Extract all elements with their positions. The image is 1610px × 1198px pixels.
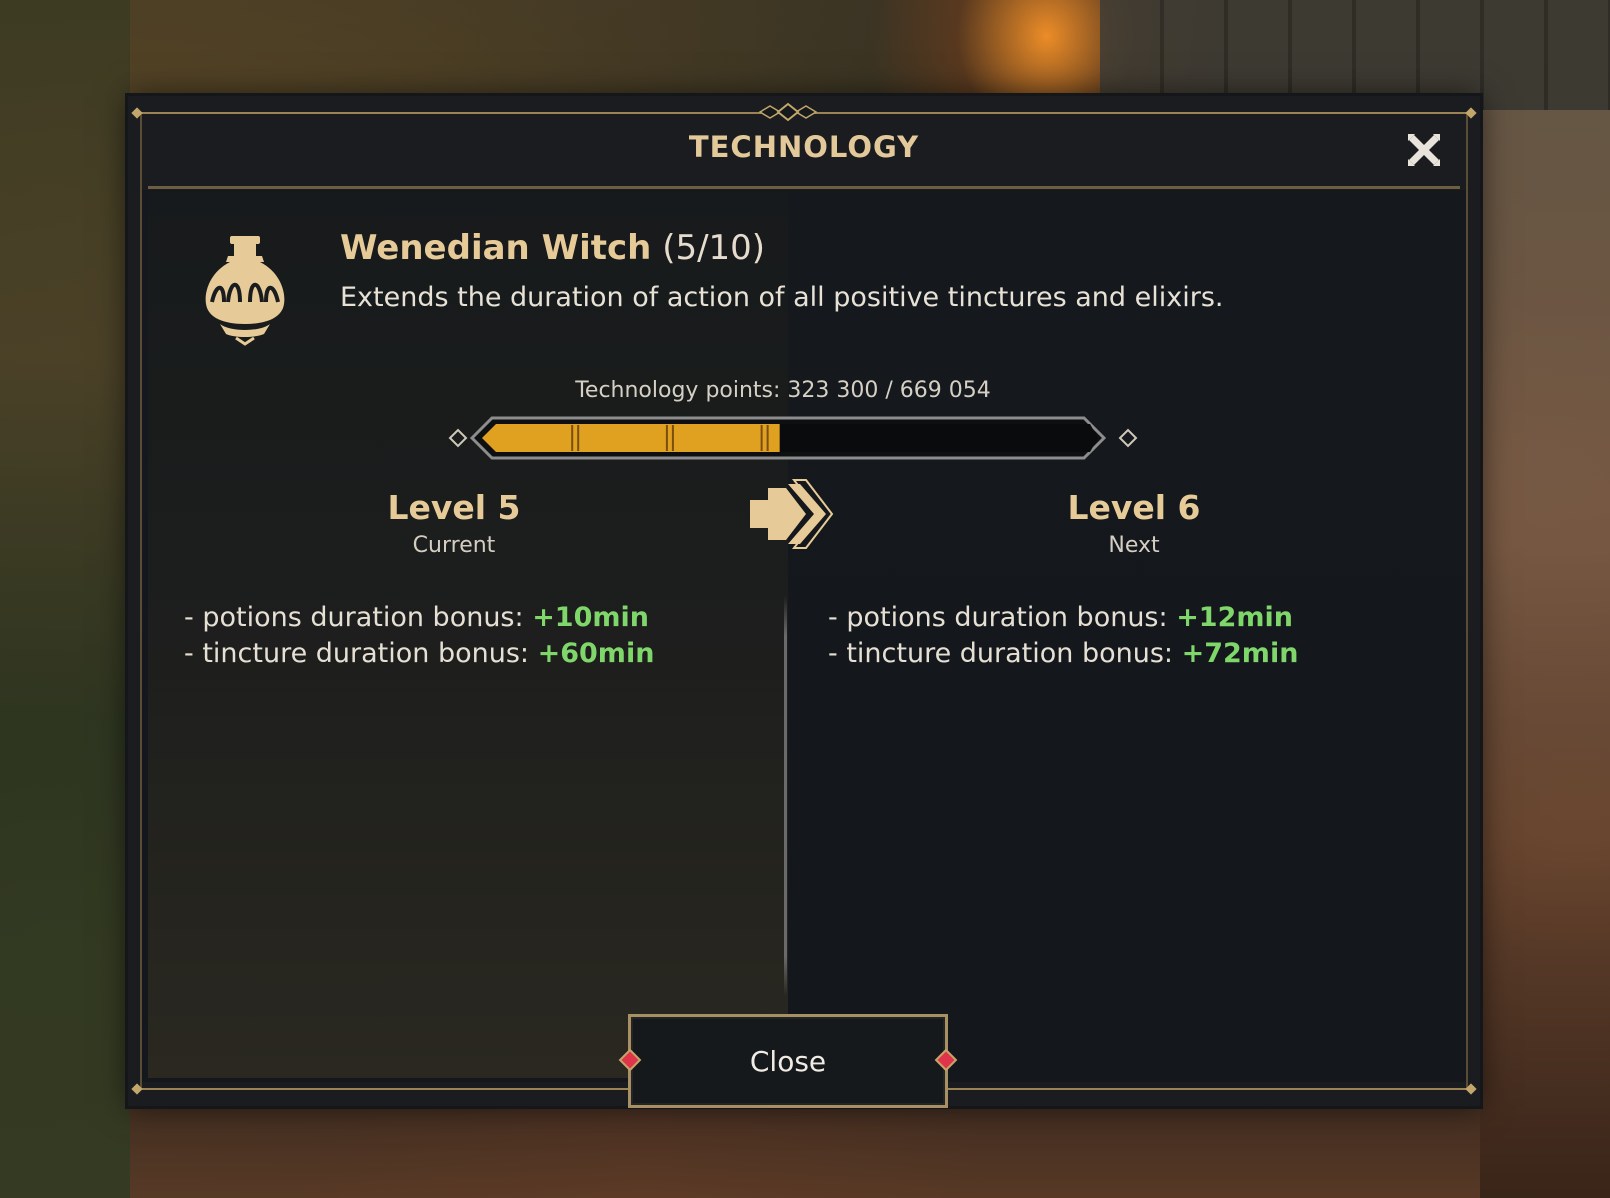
technology-description: Extends the duration of action of all po… <box>340 282 1224 313</box>
bonus-value: +10min <box>532 602 649 633</box>
background-forest <box>0 0 130 1198</box>
technology-level-count: (5/10) <box>662 228 766 268</box>
list-item: - tincture duration bonus: +60min <box>184 636 654 672</box>
next-level-subtitle: Next <box>1108 533 1160 558</box>
current-level-title: Level 5 <box>387 488 521 527</box>
close-button[interactable]: Close <box>618 1014 958 1108</box>
technology-progress-bar <box>448 416 1138 460</box>
left-border <box>140 114 142 1088</box>
background-characters <box>1480 110 1610 1198</box>
double-chevron-right-icon <box>750 479 834 549</box>
bonus-label: - tincture duration bonus: <box>184 638 538 669</box>
technology-points-label: Technology points: 323 300 / 669 054 <box>575 378 991 403</box>
header-divider <box>148 186 1460 189</box>
progress-fill <box>482 424 780 452</box>
technology-title: Wenedian Witch <box>340 228 652 268</box>
column-divider <box>784 596 787 996</box>
right-border <box>1466 114 1468 1088</box>
list-item: - potions duration bonus: +12min <box>828 600 1298 636</box>
bonus-value: +60min <box>537 638 655 669</box>
top-ornament-icon <box>758 102 818 122</box>
close-x-icon[interactable] <box>1406 132 1442 168</box>
next-level: Level 6 Next <box>984 488 1284 558</box>
bonus-value: +12min <box>1176 602 1293 633</box>
current-bonus-list: - potions duration bonus: +10min - tinct… <box>184 600 654 672</box>
close-button-label: Close <box>749 1044 827 1078</box>
background-stone-wall <box>1100 0 1610 110</box>
dialog-title: TECHNOLOGY <box>688 130 920 164</box>
list-item: - tincture duration bonus: +72min <box>828 636 1298 672</box>
list-item: - potions duration bonus: +10min <box>184 600 654 636</box>
bonus-label: - tincture duration bonus: <box>828 638 1182 669</box>
next-bonus-list: - potions duration bonus: +12min - tinct… <box>828 600 1298 672</box>
current-level: Level 5 Current <box>304 488 604 558</box>
technology-dialog: TECHNOLOGY Wenedian Witch (5/10) Extends… <box>128 96 1480 1106</box>
bonus-value: +72min <box>1181 638 1299 669</box>
bonus-label: - potions duration bonus: <box>184 602 533 633</box>
current-level-subtitle: Current <box>412 533 496 558</box>
next-level-title: Level 6 <box>1067 488 1201 527</box>
bonus-label: - potions duration bonus: <box>828 602 1177 633</box>
technology-name: Wenedian Witch (5/10) <box>340 228 765 268</box>
potion-bottle-icon <box>205 236 285 346</box>
